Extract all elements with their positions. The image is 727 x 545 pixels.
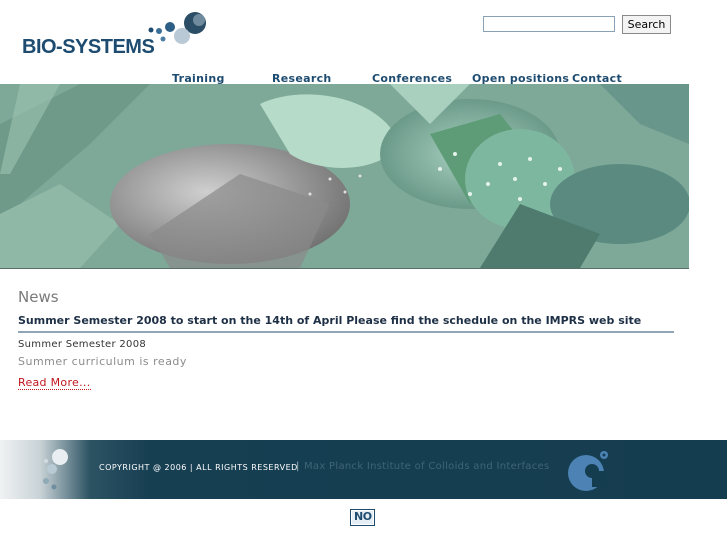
news-summary: Summer curriculum is ready xyxy=(18,355,187,368)
news-heading: News xyxy=(18,288,59,306)
news-headline-link[interactable]: Summer Semester 2008 to start on the 14t… xyxy=(18,314,641,327)
site-logo[interactable]: BIO-SYSTEMS xyxy=(22,10,212,60)
logo-text: BIO-SYSTEMS xyxy=(22,36,155,58)
search-button[interactable]: Search xyxy=(622,15,671,34)
microscopy-illustration xyxy=(0,84,689,268)
footer-bubbles-icon xyxy=(43,449,68,490)
news-subtitle: Summer Semester 2008 xyxy=(18,339,147,350)
divider xyxy=(18,331,674,333)
footer-copyright: COPYRIGHT @ 2006 | ALL RIGHTS RESERVED xyxy=(99,463,298,472)
search-input[interactable] xyxy=(483,16,615,32)
mpg-logo-icon xyxy=(568,451,608,491)
hero-banner-image xyxy=(0,84,689,269)
no-badge-icon[interactable]: NO xyxy=(350,509,375,526)
footer: COPYRIGHT @ 2006 | ALL RIGHTS RESERVED |… xyxy=(0,440,727,499)
badge-text: NO xyxy=(354,510,372,523)
footer-institute-link[interactable]: Max Planck Institute of Colloids and Int… xyxy=(304,461,549,472)
read-more-link[interactable]: Read More... xyxy=(18,376,91,390)
footer-separator: | xyxy=(296,461,300,472)
